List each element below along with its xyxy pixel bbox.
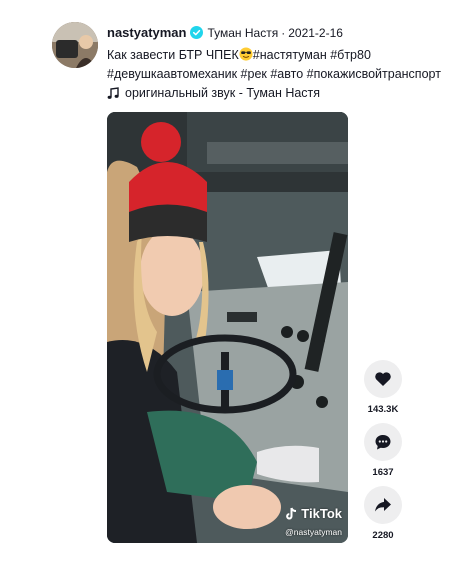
header-separator: · (281, 25, 286, 40)
sunglasses-emoji-icon (239, 47, 253, 61)
comment-icon (375, 435, 391, 450)
avatar-image (52, 22, 98, 68)
heart-icon (375, 372, 391, 386)
verified-badge-icon (190, 26, 204, 39)
comment-count: 1637 (372, 467, 394, 478)
share-button[interactable] (364, 486, 402, 524)
sound-link[interactable]: оригинальный звук - Туман Настя (107, 86, 320, 100)
video-caption: Как завести БТР ЧПЕК #настятуман #бтр80 … (107, 46, 467, 84)
avatar[interactable] (52, 22, 98, 68)
comment-action: 1637 (364, 423, 402, 478)
author-header: nastyatyman Туман Настя · 2021-2-16 (107, 25, 343, 40)
like-button[interactable] (364, 360, 402, 398)
tiktok-logo-icon (286, 507, 297, 519)
comment-button[interactable] (364, 423, 402, 461)
music-note-icon (107, 86, 119, 99)
post-date: 2021-2-16 (288, 25, 343, 40)
share-icon (375, 498, 391, 512)
author-username[interactable]: nastyatyman (107, 25, 186, 40)
share-action: 2280 (364, 486, 402, 541)
caption-text: Как завести БТР ЧПЕК (107, 48, 239, 62)
tiktok-watermark: TikTok (285, 506, 342, 521)
author-nickname: Туман Настя (207, 25, 279, 40)
like-action: 143.3K (364, 360, 402, 415)
share-count: 2280 (372, 530, 394, 541)
video-player[interactable]: TikTok @nastyatyman (107, 112, 348, 543)
watermark-handle: @nastyatyman (285, 527, 342, 537)
like-count: 143.3K (367, 404, 399, 415)
watermark-brand: TikTok (301, 506, 342, 521)
sound-label: оригинальный звук - Туман Настя (125, 86, 321, 100)
video-frame (107, 112, 348, 543)
